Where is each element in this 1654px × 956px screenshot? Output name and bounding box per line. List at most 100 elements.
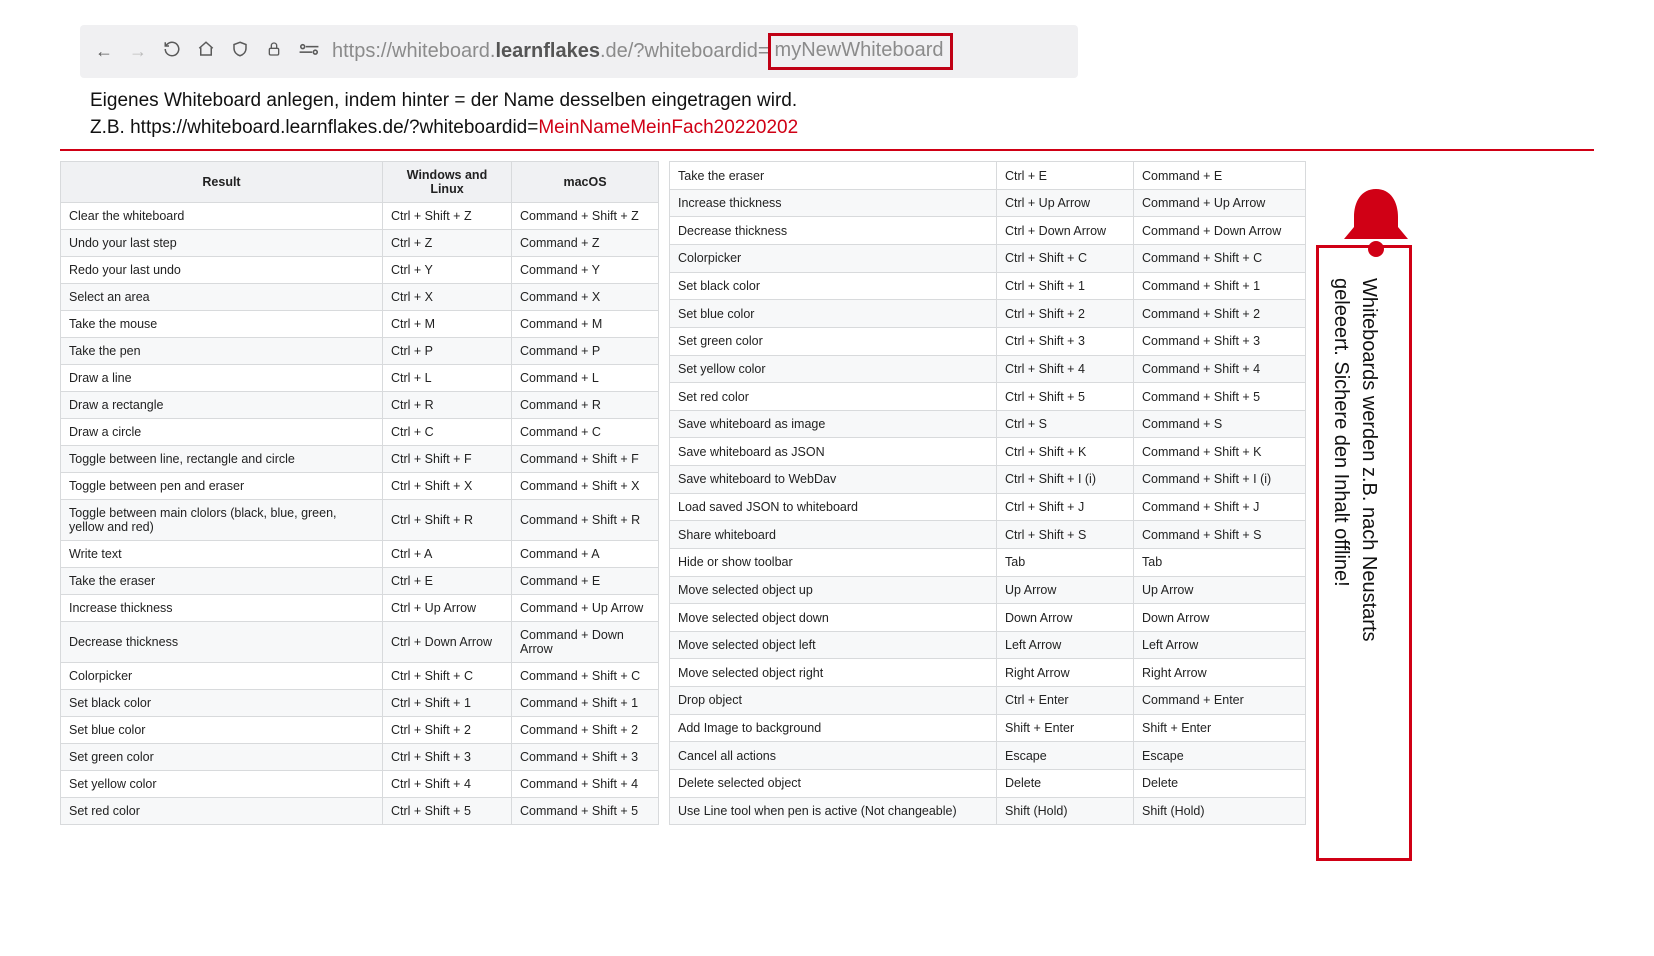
table-cell: Ctrl + Shift + 5 xyxy=(383,798,512,825)
table-row: Delete selected objectDeleteDelete xyxy=(670,769,1306,797)
table-cell: Command + Shift + 4 xyxy=(512,771,659,798)
table-cell: Command + Shift + 5 xyxy=(1134,383,1306,411)
back-icon[interactable]: ← xyxy=(94,41,114,62)
table-cell: Down Arrow xyxy=(997,604,1134,632)
table-cell: Command + Shift + C xyxy=(512,663,659,690)
table-cell: Move selected object down xyxy=(670,604,997,632)
table-row: Clear the whiteboardCtrl + Shift + ZComm… xyxy=(61,203,659,230)
table-cell: Command + Shift + 1 xyxy=(1134,272,1306,300)
table-cell: Shift (Hold) xyxy=(997,797,1134,825)
table-cell: Ctrl + Shift + F xyxy=(383,446,512,473)
table-cell: Ctrl + R xyxy=(383,392,512,419)
table-cell: Take the eraser xyxy=(670,162,997,190)
table-row: Increase thicknessCtrl + Up ArrowCommand… xyxy=(670,189,1306,217)
table-cell: Ctrl + E xyxy=(383,568,512,595)
table-cell: Shift + Enter xyxy=(1134,714,1306,742)
table-cell: Use Line tool when pen is active (Not ch… xyxy=(670,797,997,825)
warning-box: Whiteboards werden z.B. nach Neustarts g… xyxy=(1316,245,1412,861)
table-cell: Command + Shift + 2 xyxy=(512,717,659,744)
table-row: Move selected object rightRight ArrowRig… xyxy=(670,659,1306,687)
table-cell: Set green color xyxy=(61,744,383,771)
table-row: ColorpickerCtrl + Shift + CCommand + Shi… xyxy=(61,663,659,690)
table-cell: Ctrl + Shift + 2 xyxy=(383,717,512,744)
table-row: Decrease thicknessCtrl + Down ArrowComma… xyxy=(670,217,1306,245)
home-icon[interactable] xyxy=(196,40,216,63)
red-divider xyxy=(60,149,1594,151)
table-cell: Shift (Hold) xyxy=(1134,797,1306,825)
table-cell: Command + Shift + 5 xyxy=(512,798,659,825)
table-row: Save whiteboard to WebDavCtrl + Shift + … xyxy=(670,466,1306,494)
table-cell: Save whiteboard to WebDav xyxy=(670,466,997,494)
table-cell: Decrease thickness xyxy=(670,217,997,245)
table-cell: Delete xyxy=(997,769,1134,797)
table-cell: Set red color xyxy=(61,798,383,825)
table-cell: Set red color xyxy=(670,383,997,411)
table-row: Toggle between pen and eraserCtrl + Shif… xyxy=(61,473,659,500)
forward-icon[interactable]: → xyxy=(128,41,148,62)
table-cell: Set blue color xyxy=(61,717,383,744)
table-cell: Ctrl + X xyxy=(383,284,512,311)
url-display[interactable]: https://whiteboard.learnflakes.de/?white… xyxy=(332,33,1064,70)
table-cell: Command + E xyxy=(1134,162,1306,190)
table-cell: Escape xyxy=(997,742,1134,770)
reload-icon[interactable] xyxy=(162,40,182,63)
table-cell: Tab xyxy=(997,548,1134,576)
table-row: Set yellow colorCtrl + Shift + 4Command … xyxy=(61,771,659,798)
table-cell: Shift + Enter xyxy=(997,714,1134,742)
table-cell: Command + L xyxy=(512,365,659,392)
table-row: Take the eraserCtrl + ECommand + E xyxy=(61,568,659,595)
shortcut-table-left: Result Windows and Linux macOS Clear the… xyxy=(60,161,659,825)
table-cell: Ctrl + Shift + 4 xyxy=(997,355,1134,383)
table-cell: Set green color xyxy=(670,327,997,355)
shield-icon[interactable] xyxy=(230,40,250,63)
lock-icon[interactable] xyxy=(264,40,284,63)
table-cell: Ctrl + Shift + 1 xyxy=(383,690,512,717)
settings-toggle-icon[interactable] xyxy=(298,41,318,62)
table-cell: Set yellow color xyxy=(61,771,383,798)
table-cell: Ctrl + Enter xyxy=(997,687,1134,715)
table-cell: Set black color xyxy=(670,272,997,300)
table-cell: Ctrl + Shift + I (i) xyxy=(997,466,1134,494)
table-cell: Command + Shift + 4 xyxy=(1134,355,1306,383)
table-cell: Command + Shift + F xyxy=(512,446,659,473)
table-cell: Ctrl + Shift + C xyxy=(383,663,512,690)
table-row: Set black colorCtrl + Shift + 1Command +… xyxy=(61,690,659,717)
table-cell: Save whiteboard as image xyxy=(670,410,997,438)
table-cell: Colorpicker xyxy=(670,245,997,273)
table-cell: Cancel all actions xyxy=(670,742,997,770)
table-cell: Ctrl + Shift + C xyxy=(997,245,1134,273)
table-row: Redo your last undoCtrl + YCommand + Y xyxy=(61,257,659,284)
table-cell: Ctrl + Shift + R xyxy=(383,500,512,541)
table-cell: Ctrl + Shift + 3 xyxy=(383,744,512,771)
table-row: Undo your last stepCtrl + ZCommand + Z xyxy=(61,230,659,257)
table-cell: Save whiteboard as JSON xyxy=(670,438,997,466)
table-row: Move selected object downDown ArrowDown … xyxy=(670,604,1306,632)
table-row: Drop objectCtrl + EnterCommand + Enter xyxy=(670,687,1306,715)
table-cell: Clear the whiteboard xyxy=(61,203,383,230)
table-cell: Down Arrow xyxy=(1134,604,1306,632)
table-cell: Decrease thickness xyxy=(61,622,383,663)
table-row: Load saved JSON to whiteboardCtrl + Shif… xyxy=(670,493,1306,521)
table-cell: Toggle between line, rectangle and circl… xyxy=(61,446,383,473)
table-cell: Draw a circle xyxy=(61,419,383,446)
table-row: Set yellow colorCtrl + Shift + 4Command … xyxy=(670,355,1306,383)
table-cell: Ctrl + S xyxy=(997,410,1134,438)
table-cell: Take the pen xyxy=(61,338,383,365)
table-row: Take the mouseCtrl + MCommand + M xyxy=(61,311,659,338)
warning-text: Whiteboards werden z.B. nach Neustarts g… xyxy=(1319,278,1383,818)
table-cell: Command + Shift + R xyxy=(512,500,659,541)
table-row: Toggle between line, rectangle and circl… xyxy=(61,446,659,473)
table-cell: Ctrl + Shift + 3 xyxy=(997,327,1134,355)
table-cell: Ctrl + Shift + 4 xyxy=(383,771,512,798)
table-row: Write textCtrl + ACommand + A xyxy=(61,541,659,568)
table-cell: Drop object xyxy=(670,687,997,715)
shortcut-table-right: Take the eraserCtrl + ECommand + EIncrea… xyxy=(669,161,1306,825)
table-cell: Hide or show toolbar xyxy=(670,548,997,576)
table-cell: Ctrl + Up Arrow xyxy=(997,189,1134,217)
table-cell: Delete selected object xyxy=(670,769,997,797)
table-cell: Ctrl + Up Arrow xyxy=(383,595,512,622)
table-cell: Command + E xyxy=(512,568,659,595)
table-row: Cancel all actionsEscapeEscape xyxy=(670,742,1306,770)
table-row: Draw a circleCtrl + CCommand + C xyxy=(61,419,659,446)
table-row: Add Image to backgroundShift + EnterShif… xyxy=(670,714,1306,742)
